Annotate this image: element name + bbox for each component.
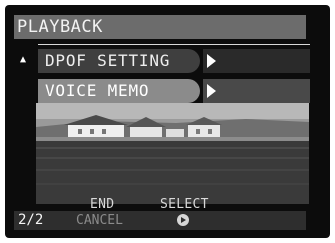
farmhouse-photo (36, 103, 309, 204)
menu-divider (38, 44, 310, 45)
page-title: PLAYBACK (17, 17, 103, 37)
page-counter: 2/2 (18, 212, 44, 228)
menu-item-dpof-setting[interactable]: DPOF SETTING (38, 49, 310, 73)
background-photo (36, 103, 309, 204)
bottom-status-bar (14, 211, 306, 230)
submenu-area (203, 49, 310, 73)
menu-item-label: VOICE MEMO (45, 81, 150, 100)
up-triangle-icon: ▲ (20, 54, 27, 65)
submenu-area (203, 79, 310, 103)
menu-item-voice-memo[interactable]: VOICE MEMO (38, 79, 310, 103)
right-arrow-icon (207, 54, 216, 68)
circle-right-icon (177, 214, 189, 226)
right-arrow-icon (207, 84, 216, 98)
menu-item-label: DPOF SETTING (45, 51, 171, 70)
cancel-label: CANCEL (76, 213, 123, 228)
